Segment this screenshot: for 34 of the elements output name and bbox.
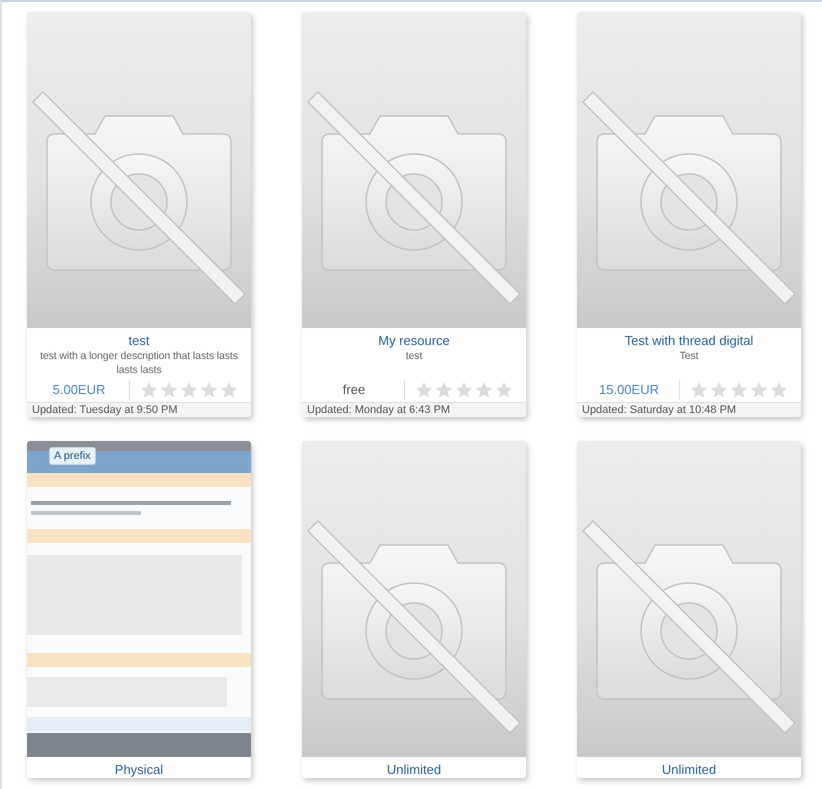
- resource-description: test with a longer description that lasts lasts lasts lasts: [39, 349, 239, 377]
- no-image-icon: [27, 12, 251, 328]
- price: free: [304, 380, 405, 400]
- star-icon[interactable]: [730, 381, 748, 399]
- resource-title[interactable]: Physical: [114, 761, 164, 778]
- resource-title[interactable]: Unlimited: [386, 761, 442, 778]
- star-icon[interactable]: [455, 381, 473, 399]
- star-icon[interactable]: [690, 381, 708, 399]
- resource-title[interactable]: test: [128, 332, 150, 349]
- star-icon[interactable]: [435, 381, 453, 399]
- star-icon[interactable]: [475, 381, 493, 399]
- resource-description: test: [406, 349, 422, 363]
- star-icon[interactable]: [495, 381, 513, 399]
- updated-date: Updated: Monday at 6:43 PM: [302, 402, 526, 417]
- price: 5.00EUR: [29, 380, 130, 400]
- no-image-icon: [302, 12, 526, 328]
- star-icon[interactable]: [415, 381, 433, 399]
- resource-title[interactable]: Test with thread digital: [624, 332, 754, 349]
- updated-date: Updated: Tuesday at 9:50 PM: [27, 402, 251, 417]
- price: 15.00EUR: [579, 380, 680, 400]
- prefix-label[interactable]: A prefix: [49, 447, 96, 465]
- star-icon[interactable]: [710, 381, 728, 399]
- no-image-icon: [577, 12, 801, 328]
- resource-title[interactable]: Unlimited: [662, 761, 716, 778]
- resource-title[interactable]: My resource: [378, 332, 450, 349]
- resource-description: Test: [680, 349, 698, 363]
- star-icon[interactable]: [140, 381, 158, 399]
- star-icon[interactable]: [220, 381, 238, 399]
- star-icon[interactable]: [160, 381, 178, 399]
- updated-date: Updated: Saturday at 10:48 PM: [577, 402, 801, 417]
- star-icon[interactable]: [200, 381, 218, 399]
- star-icon[interactable]: [180, 381, 198, 399]
- star-icon[interactable]: [770, 381, 788, 399]
- star-icon[interactable]: [750, 381, 768, 399]
